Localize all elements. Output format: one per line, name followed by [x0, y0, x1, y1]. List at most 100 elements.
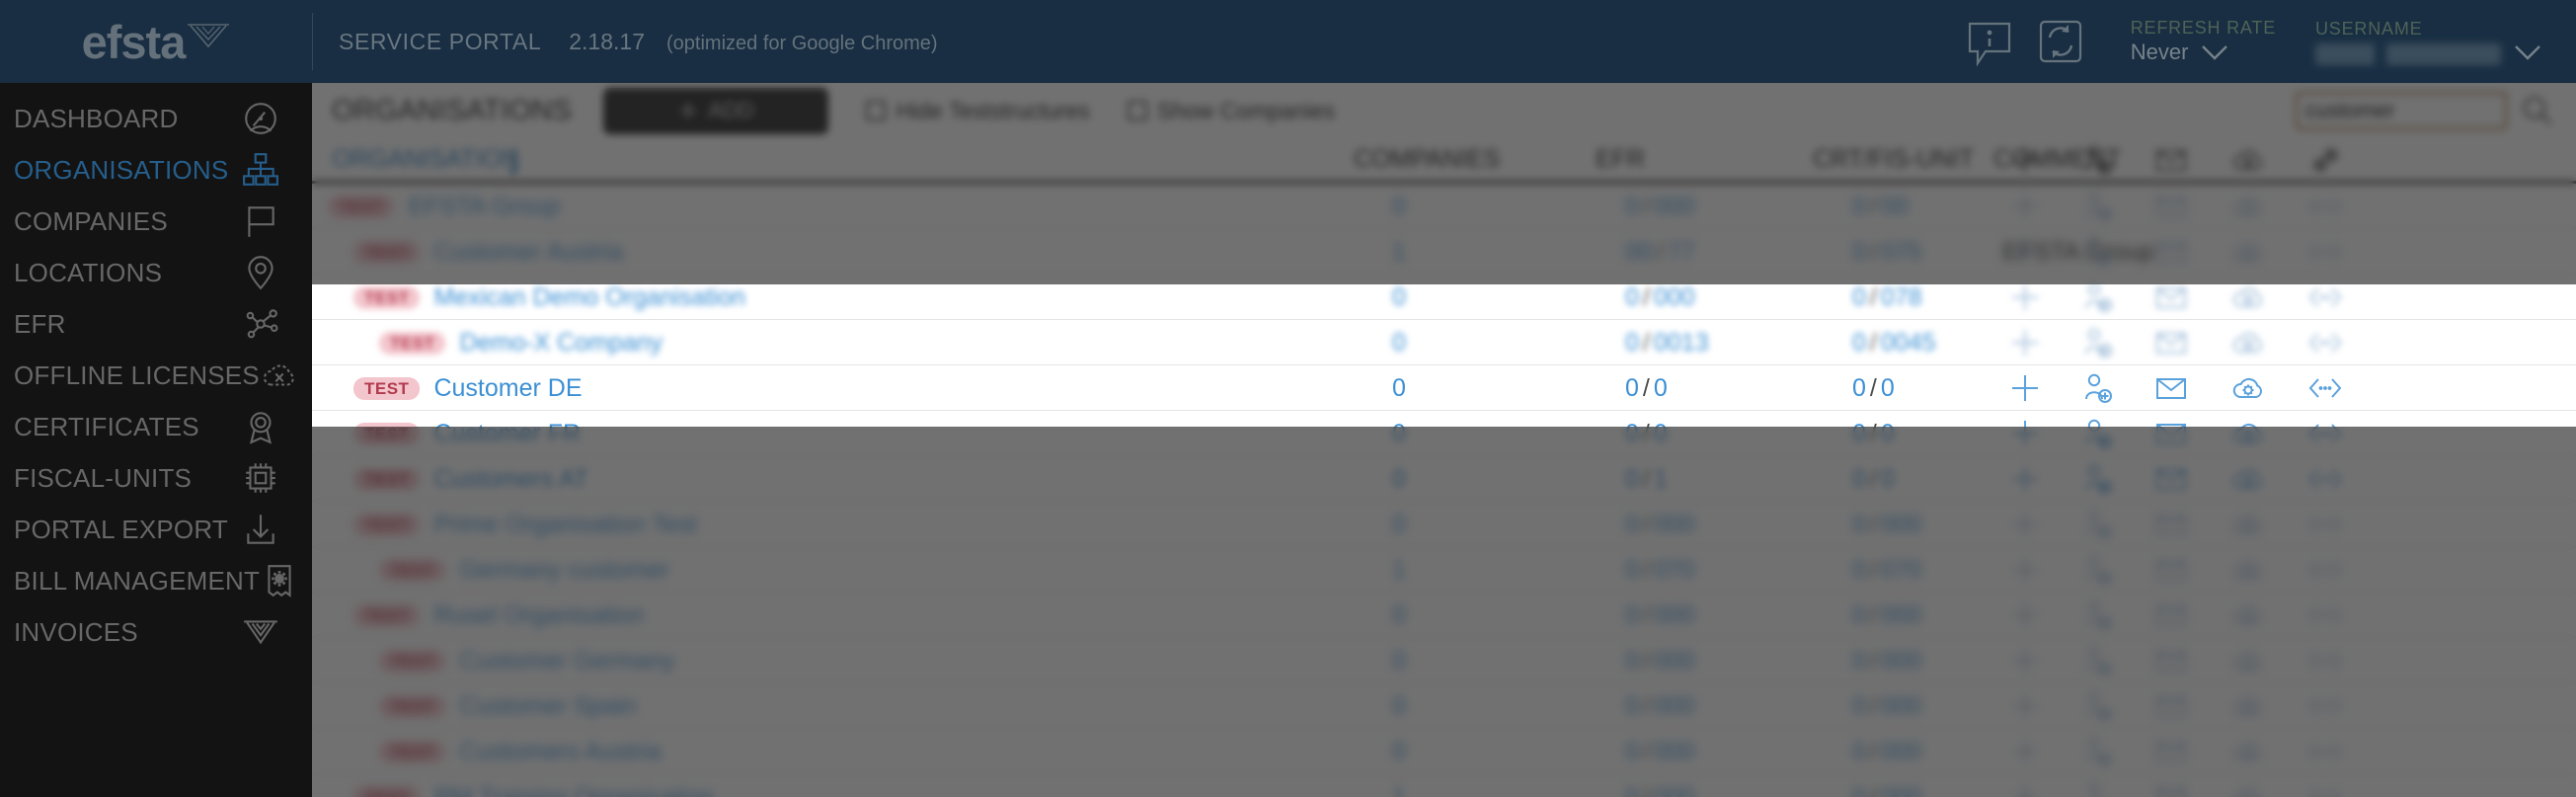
code-dots-icon[interactable] [2307, 734, 2343, 769]
cell-companies[interactable]: 0 [1392, 456, 1406, 502]
mail-icon[interactable] [2153, 234, 2189, 270]
cloud-gear-icon[interactable] [2230, 142, 2266, 178]
plus-icon[interactable] [2007, 643, 2043, 678]
cell-efr[interactable]: 0/1 [1625, 456, 1668, 502]
column-header-organisation[interactable]: ORGANISATION [332, 138, 519, 181]
hide-teststructures-checkbox[interactable]: Hide Teststructures [866, 98, 1090, 124]
sidebar-item-certificates[interactable]: CERTIFICATES [0, 401, 312, 452]
mail-icon[interactable] [2153, 598, 2189, 633]
cell-efr[interactable]: 0/0013 [1625, 320, 1708, 365]
column-header-companies[interactable]: COMPANIES [1354, 138, 1500, 181]
code-dots-icon[interactable] [2307, 325, 2343, 360]
cell-companies[interactable]: 1 [1392, 547, 1406, 593]
cloud-gear-icon[interactable] [2230, 734, 2266, 769]
mail-icon[interactable] [2153, 688, 2189, 724]
code-dots-icon[interactable] [2307, 370, 2343, 406]
cell-companies[interactable]: 0 [1392, 593, 1406, 638]
organisation-name-link[interactable]: Rusel Organisation [433, 601, 644, 630]
code-dots-icon[interactable] [2307, 779, 2343, 797]
add-user-icon[interactable] [2079, 461, 2115, 497]
organisation-name-link[interactable]: Customer Spain [459, 692, 636, 721]
organisation-name-link[interactable]: Customer DE [433, 374, 582, 403]
organisation-name-link[interactable]: Customer FR [433, 420, 581, 448]
show-companies-checkbox[interactable]: Show Companies [1127, 98, 1335, 124]
mail-icon[interactable] [2153, 279, 2189, 315]
add-user-icon[interactable] [2079, 734, 2115, 769]
cloud-gear-icon[interactable] [2230, 461, 2266, 497]
plus-icon[interactable] [2007, 598, 2043, 633]
checkbox-box[interactable] [866, 101, 887, 120]
cloud-gear-icon[interactable] [2230, 688, 2266, 724]
cell-efr[interactable]: 0/000 [1625, 729, 1695, 774]
plus-icon[interactable] [2007, 461, 2043, 497]
cell-companies[interactable]: 0 [1392, 683, 1406, 729]
column-header-crt_fis_unit[interactable]: CRT/FIS-UNIT [1813, 138, 1974, 181]
cell-companies[interactable]: 0 [1392, 365, 1406, 411]
table-row[interactable]: TEST Mexican Demo Organisation 0 0/000 0/078 [312, 275, 2576, 320]
table-row[interactable]: TEST Customer Germany 0 0/000 0/000 [312, 638, 2576, 683]
add-user-icon[interactable] [2079, 142, 2115, 178]
cell-efr[interactable]: 0/000 [1625, 184, 1695, 229]
mail-icon[interactable] [2153, 552, 2189, 588]
table-row[interactable]: TEST Germany customer 1 0/070 0/070 [312, 547, 2576, 593]
cell-companies[interactable]: 1 [1392, 229, 1406, 275]
code-dots-icon[interactable] [2307, 507, 2343, 542]
sidebar-item-offline-licenses[interactable]: OFFLINE LICENSES [0, 350, 312, 401]
cell-crt-fis-unit[interactable]: 0/078 [1852, 275, 1922, 320]
add-user-icon[interactable] [2079, 643, 2115, 678]
cell-efr[interactable]: 0/000 [1625, 593, 1695, 638]
chevron-down-icon[interactable] [2200, 43, 2229, 61]
cell-companies[interactable]: 0 [1392, 638, 1406, 683]
sidebar-item-portal-export[interactable]: PORTAL EXPORT [0, 504, 312, 555]
table-row[interactable]: TEST Rusel Organisation 0 0/000 0/000 [312, 593, 2576, 638]
add-user-icon[interactable] [2079, 279, 2115, 315]
code-dots-icon[interactable] [2307, 461, 2343, 497]
code-dots-icon[interactable] [2307, 279, 2343, 315]
cell-crt-fis-unit[interactable]: 0/0 [1852, 456, 1895, 502]
mail-icon[interactable] [2153, 416, 2189, 451]
cell-crt-fis-unit[interactable]: 0/0 [1852, 411, 1895, 456]
cell-efr[interactable]: 00/77 [1625, 229, 1695, 275]
cell-efr[interactable]: 0/000 [1625, 638, 1695, 683]
mail-icon[interactable] [2153, 189, 2189, 224]
organisation-name-link[interactable]: Customer Germany [459, 647, 674, 676]
cell-efr[interactable]: 0/0 [1625, 411, 1668, 456]
plus-icon[interactable] [2007, 416, 2043, 451]
sidebar-item-invoices[interactable]: INVOICES [0, 606, 312, 658]
table-row[interactable]: TEST Customers AT 0 0/1 0/0 [312, 456, 2576, 502]
refresh-rate-control[interactable]: REFRESH RATE Never [2131, 17, 2276, 66]
magnifier-icon[interactable] [2521, 94, 2554, 127]
table-row[interactable]: TEST Customer FR 0 0/0 0/0 [312, 411, 2576, 456]
add-user-icon[interactable] [2079, 688, 2115, 724]
checkbox-box[interactable] [1127, 101, 1147, 120]
cloud-gear-icon[interactable] [2230, 370, 2266, 406]
table-row[interactable]: TEST Prime Organisation Test 0 0/000 0/000 [312, 502, 2576, 547]
sidebar-item-efr[interactable]: EFR [0, 298, 312, 350]
cloud-gear-icon[interactable] [2230, 416, 2266, 451]
table-row[interactable]: TEST Customer Spain 0 0/000 0/000 [312, 683, 2576, 729]
plus-icon[interactable] [2007, 325, 2043, 360]
plus-icon[interactable] [2007, 734, 2043, 769]
organisation-name-link[interactable]: Demo-X Company [459, 329, 663, 358]
cell-efr[interactable]: 0/0 [1625, 365, 1668, 411]
organisation-name-link[interactable]: EFSTA Group [408, 193, 560, 221]
sidebar-item-locations[interactable]: LOCATIONS [0, 247, 312, 298]
plus-icon[interactable] [2007, 688, 2043, 724]
cloud-gear-icon[interactable] [2230, 598, 2266, 633]
cell-crt-fis-unit[interactable]: 0/075 [1852, 229, 1922, 275]
plus-icon[interactable] [2007, 142, 2043, 178]
cloud-gear-icon[interactable] [2230, 279, 2266, 315]
add-user-icon[interactable] [2079, 189, 2115, 224]
gears-icon[interactable] [2307, 142, 2343, 178]
organisation-name-link[interactable]: Germany customer [459, 556, 669, 585]
mail-icon[interactable] [2153, 461, 2189, 497]
plus-icon[interactable] [2007, 279, 2043, 315]
mail-icon[interactable] [2153, 325, 2189, 360]
mail-icon[interactable] [2153, 643, 2189, 678]
cell-companies[interactable]: 0 [1392, 275, 1406, 320]
mail-icon[interactable] [2153, 142, 2189, 178]
table-row[interactable]: TEST Customer DE 0 0/0 0/0 [312, 365, 2576, 411]
user-menu[interactable]: USERNAME [2315, 18, 2542, 65]
mail-icon[interactable] [2153, 779, 2189, 797]
cell-efr[interactable]: 0/070 [1625, 547, 1695, 593]
